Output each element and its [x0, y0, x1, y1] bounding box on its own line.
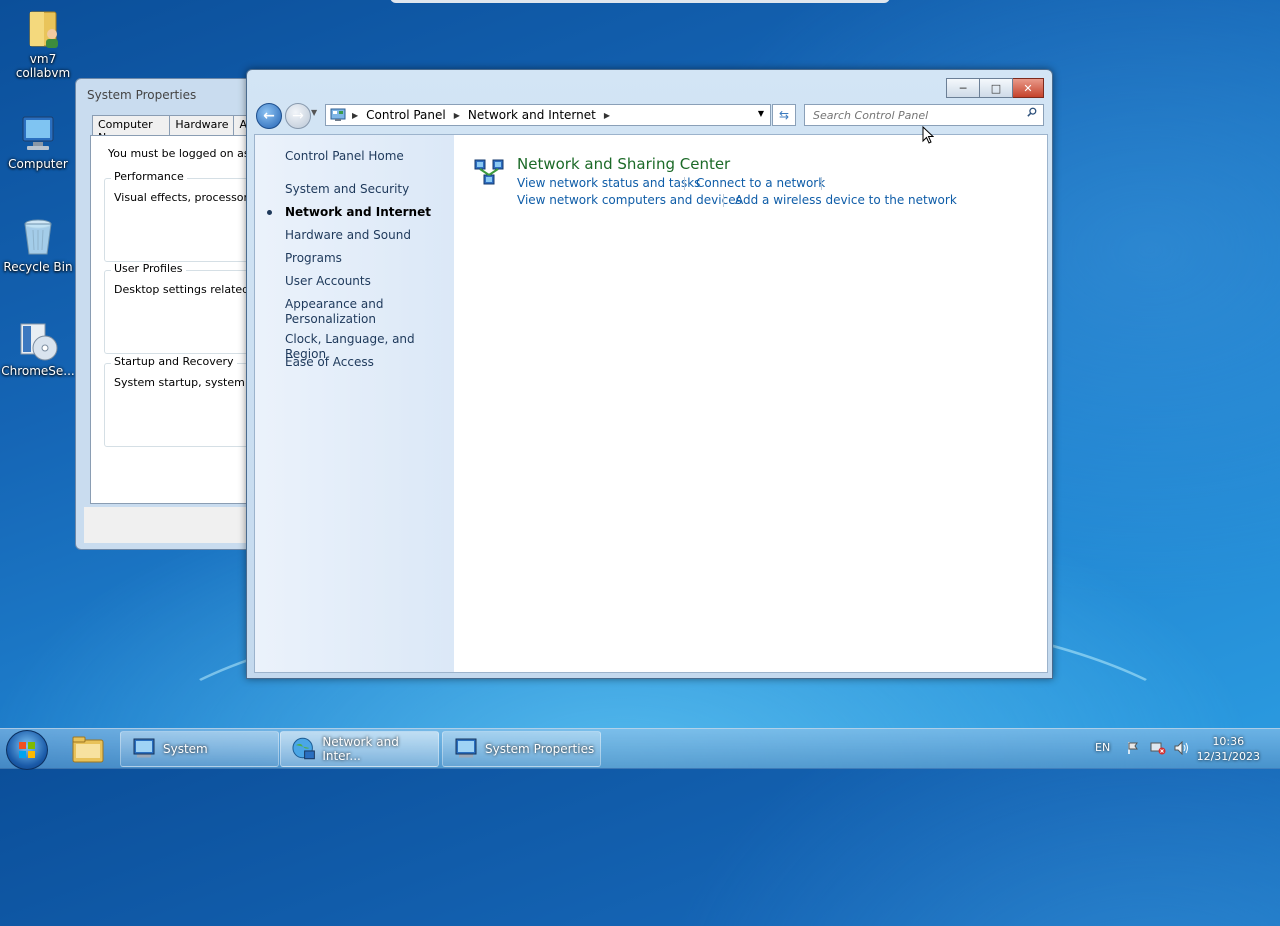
- desktop-icon-computer[interactable]: Computer: [0, 113, 76, 171]
- start-button[interactable]: [6, 730, 48, 770]
- dialog-footer: [84, 507, 252, 543]
- link-divider: [723, 194, 724, 207]
- desktop-icon-label: ChromeSe...: [1, 364, 75, 378]
- nav-system-and-security[interactable]: System and Security: [285, 182, 409, 197]
- nav-control-panel-home[interactable]: Control Panel Home: [285, 149, 404, 164]
- link-add-wireless-device[interactable]: Add a wireless device to the network: [735, 193, 957, 207]
- system-icon: [133, 738, 155, 758]
- window-title: System Properties: [87, 88, 197, 102]
- nav-hardware-and-sound[interactable]: Hardware and Sound: [285, 228, 411, 243]
- network-globe-icon: [292, 737, 315, 760]
- desktop-icon-vm7[interactable]: vm7 collabvm: [5, 8, 81, 80]
- group-title: Performance: [111, 170, 187, 183]
- search-icon[interactable]: [1027, 107, 1037, 117]
- nav-ease-of-access[interactable]: Ease of Access: [285, 355, 374, 370]
- group-description: System startup, system failur: [114, 376, 251, 389]
- system-properties-icon: [455, 738, 477, 758]
- nav-user-accounts[interactable]: User Accounts: [285, 274, 371, 289]
- performance-group: Performance Visual effects, processor sc…: [104, 170, 251, 262]
- link-view-network-computers[interactable]: View network computers and devices: [517, 193, 742, 207]
- windows-logo-icon: [19, 742, 35, 758]
- folder-icon: [72, 736, 104, 763]
- minimize-icon: ─: [959, 81, 967, 95]
- group-description: Desktop settings related to y: [114, 283, 251, 296]
- group-title: User Profiles: [111, 262, 186, 275]
- mouse-cursor-icon: [922, 126, 934, 144]
- link-connect-to-network[interactable]: Connect to a network: [696, 176, 825, 190]
- forward-arrow-icon: →: [292, 108, 304, 124]
- maximize-icon: □: [990, 81, 1002, 95]
- clock-date: 12/31/2023: [1196, 750, 1260, 763]
- recent-pages-dropdown[interactable]: ▼: [311, 108, 317, 117]
- group-description: Visual effects, processor sch: [114, 191, 251, 204]
- back-arrow-icon: ←: [263, 108, 275, 124]
- breadcrumb-arrow-icon[interactable]: ▶: [604, 111, 610, 120]
- desktop-icon-label: Computer: [8, 157, 68, 171]
- user-folder-icon: [22, 8, 64, 50]
- network-sharing-center-icon: [474, 159, 504, 185]
- desktop-icon-chromesetup[interactable]: ChromeSe...: [0, 320, 76, 378]
- category-title[interactable]: Network and Sharing Center: [517, 155, 730, 173]
- taskbar-button-system-properties[interactable]: System Properties: [442, 731, 601, 767]
- link-divider: [684, 177, 685, 190]
- taskbar-button-label: System Properties: [485, 742, 595, 756]
- breadcrumb-network-and-internet[interactable]: Network and Internet: [468, 108, 596, 122]
- logon-message: You must be logged on as an: [108, 147, 252, 160]
- system-properties-window[interactable]: System Properties Computer Name Hardware…: [75, 78, 253, 550]
- taskbar-explorer-pin[interactable]: [68, 732, 108, 766]
- left-navigation-pane: Control Panel Home System and Security N…: [255, 135, 454, 672]
- refresh-button[interactable]: ⇆: [772, 104, 796, 126]
- search-input[interactable]: [811, 105, 1015, 125]
- setup-disc-icon: [17, 320, 59, 362]
- taskbar-button-label: Network and Inter...: [322, 735, 399, 763]
- taskbar-button-label: System: [163, 742, 208, 756]
- startup-recovery-group: Startup and Recovery System startup, sys…: [104, 355, 251, 447]
- action-center-flag-icon[interactable]: [1126, 741, 1140, 755]
- desktop-icon-recycle-bin[interactable]: Recycle Bin: [0, 216, 76, 274]
- taskbar-button-system[interactable]: System: [120, 731, 279, 767]
- computer-icon: [17, 113, 59, 155]
- address-dropdown-icon[interactable]: ▼: [758, 109, 764, 118]
- nav-appearance-and-personalization-line2[interactable]: Personalization: [285, 312, 376, 327]
- control-panel-icon: [330, 108, 346, 122]
- language-indicator[interactable]: EN: [1095, 741, 1110, 754]
- breadcrumb-arrow-icon[interactable]: ▶: [352, 111, 358, 120]
- content-area: Control Panel Home System and Security N…: [254, 134, 1048, 673]
- breadcrumb-arrow-icon[interactable]: ▶: [454, 111, 460, 120]
- close-icon: ✕: [1023, 81, 1033, 95]
- top-bar-remnant: [390, 0, 890, 3]
- nav-appearance-and-personalization[interactable]: Appearance and: [285, 297, 383, 312]
- forward-button[interactable]: →: [285, 103, 311, 129]
- breadcrumb-control-panel[interactable]: Control Panel: [366, 108, 446, 122]
- desktop-icon-label: Recycle Bin: [3, 260, 73, 274]
- tab-panel: You must be logged on as an Performance …: [90, 135, 252, 504]
- recycle-bin-icon: [17, 216, 59, 258]
- nav-network-and-internet[interactable]: Network and Internet: [285, 205, 431, 220]
- address-bar[interactable]: ▶ Control Panel ▶ Network and Internet ▶…: [325, 104, 771, 126]
- link-view-network-status[interactable]: View network status and tasks: [517, 176, 700, 190]
- nav-programs[interactable]: Programs: [285, 251, 342, 266]
- network-status-icon[interactable]: [1150, 741, 1166, 755]
- control-panel-window[interactable]: ─ □ ✕ ← → ▼ ▶ Control Panel ▶ Network an…: [246, 69, 1053, 679]
- user-profiles-group: User Profiles Desktop settings related t…: [104, 262, 251, 354]
- close-button[interactable]: ✕: [1013, 78, 1044, 98]
- group-title: Startup and Recovery: [111, 355, 237, 368]
- system-clock[interactable]: 10:36 12/31/2023: [1197, 734, 1260, 764]
- volume-icon[interactable]: [1174, 741, 1190, 755]
- search-box[interactable]: [804, 104, 1044, 126]
- active-item-bullet: [267, 210, 272, 215]
- back-button[interactable]: ←: [256, 103, 282, 129]
- taskbar: System Network and Inter... System Prope…: [0, 728, 1280, 770]
- taskbar-button-network-and-internet[interactable]: Network and Inter...: [280, 731, 439, 767]
- maximize-button[interactable]: □: [980, 78, 1013, 98]
- link-divider: [821, 177, 822, 190]
- minimize-button[interactable]: ─: [946, 78, 980, 98]
- desktop-icon-label: vm7: [29, 52, 57, 66]
- desktop-icon-label: collabvm: [15, 66, 71, 80]
- clock-time: 10:36: [1212, 735, 1245, 748]
- caption-buttons: ─ □ ✕: [946, 78, 1044, 98]
- refresh-icon: ⇆: [778, 108, 790, 122]
